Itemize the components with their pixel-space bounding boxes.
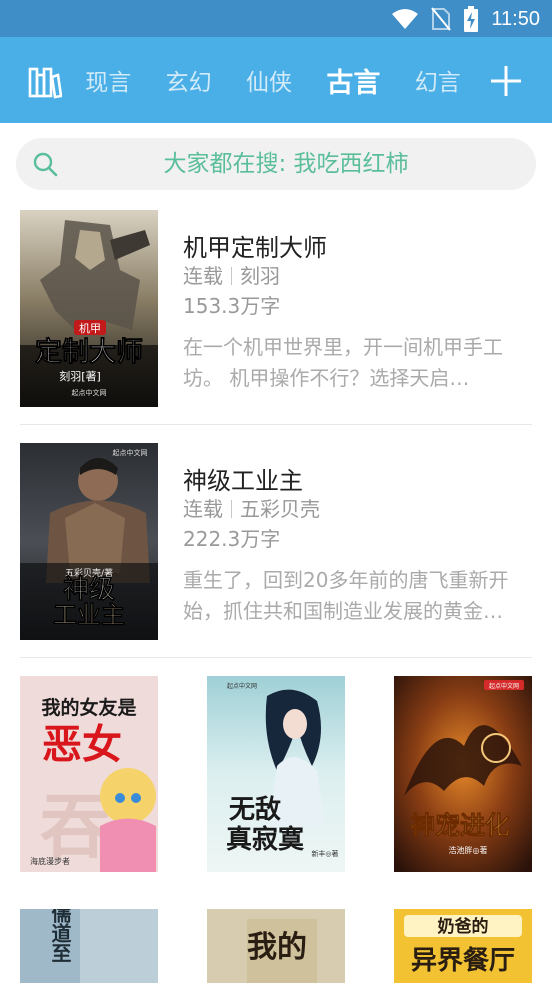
book-cover-grid-item[interactable]: 奶爸的 异界餐厅 (394, 909, 532, 983)
plus-icon[interactable] (490, 65, 522, 97)
book-status: 连载 (183, 497, 223, 521)
top-nav-bar: 现言 玄幻 仙侠 古言 幻言 (0, 37, 552, 123)
book-word-count: 222.3万字 (183, 527, 281, 551)
category-tabs: 现言 玄幻 仙侠 古言 幻言 (68, 37, 478, 123)
cover-author: 新丰◎著 (311, 849, 338, 858)
book-cover-grid-item[interactable]: 儒道至 (20, 909, 158, 983)
book-cover-grid-item[interactable]: 我的 (207, 909, 345, 983)
cover-title: 儒道至 (48, 909, 72, 963)
cover-author: 浩池胖◎著 (449, 845, 488, 855)
meta-separator (231, 267, 232, 285)
cover-title: 定制大师 (35, 336, 143, 368)
battery-charging-icon (464, 6, 479, 32)
book-author: 五彩贝壳 (240, 497, 320, 521)
book-author: 刻羽 (240, 264, 280, 288)
cover-title: 神宠进化 (410, 811, 510, 840)
no-sim-icon (431, 7, 452, 31)
search-hint: 大家都在搜: 我吃西红柿 (163, 151, 409, 177)
cover-author: 刻羽[著] (59, 369, 101, 383)
cover-author: 海底漫步者 (30, 856, 70, 866)
svg-text:吞: 吞 (40, 785, 110, 868)
tab-xuanhuan[interactable]: 玄幻 (166, 63, 212, 97)
book-item[interactable]: 五彩贝壳/著 神级 工业主 起点中文网 神级工业主 连载 五彩贝壳 222.3万字… (20, 443, 532, 641)
book-meta: 连载 五彩贝壳 (183, 493, 320, 522)
tab-xianyan[interactable]: 现言 (85, 63, 131, 97)
book-title: 机甲定制大师 (183, 234, 327, 262)
book-description: 重生了，回到20多年前的唐飞重新开始，抓住共和国制造业发展的黄金… (183, 568, 509, 623)
book-title: 神级工业主 (183, 467, 303, 495)
book-cover-grid-item[interactable]: 起点中文网 神宠进化 浩池胖◎著 (394, 676, 532, 872)
cover-publisher: 起点中文网 (113, 448, 148, 457)
divider (20, 424, 532, 425)
cover-tag: 机甲 (79, 321, 101, 335)
book-description: 在一个机甲世界里，开一间机甲手工坊。 机甲操作不行？选择天启… (183, 335, 503, 390)
book-cover-grid-item[interactable]: 起点中文网 无敌 真寂寞 新丰◎著 (207, 676, 345, 872)
cover-publisher: 起点中文网 (489, 682, 519, 690)
tab-huanyan[interactable]: 幻言 (415, 63, 461, 97)
cover-title-bottom: 异界餐厅 (411, 946, 515, 976)
cover-title-top: 无敌 (229, 795, 281, 825)
wifi-icon (392, 9, 419, 29)
book-status: 连载 (183, 264, 223, 288)
cover-publisher: 起点中文网 (227, 682, 257, 690)
book-word-count: 153.3万字 (183, 294, 281, 318)
cover-title-bottom: 真寂寞 (226, 824, 305, 855)
tab-xianxia[interactable]: 仙侠 (246, 63, 292, 97)
cover-title-top: 我的女友是 (41, 696, 136, 719)
book-cover[interactable]: 机甲 定制大师 刻羽[著] 起点中文网 (20, 210, 158, 407)
tab-guyan[interactable]: 古言 (326, 61, 380, 100)
status-bar: 11:50 (0, 0, 552, 37)
meta-separator (231, 500, 232, 518)
cover-title-top: 奶爸的 (438, 916, 489, 937)
status-time: 11:50 (491, 7, 540, 30)
search-bar[interactable]: 大家都在搜: 我吃西红柿 (16, 138, 536, 190)
bookshelf-icon[interactable] (28, 65, 62, 99)
book-meta: 连载 刻羽 (183, 260, 280, 289)
book-cover[interactable]: 五彩贝壳/著 神级 工业主 起点中文网 (20, 443, 158, 640)
cover-title-big: 恶女 (42, 721, 122, 768)
book-cover-grid-item[interactable]: 吞 我的女友是 恶女 海底漫步者 (20, 676, 158, 872)
cover-publisher: 起点中文网 (72, 388, 107, 397)
book-item[interactable]: 机甲 定制大师 刻羽[著] 起点中文网 机甲定制大师 连载 刻羽 153.3万字 … (20, 210, 532, 408)
cover-title: 我的 (247, 930, 307, 965)
cover-title-bottom: 工业主 (53, 600, 125, 629)
divider (20, 657, 532, 658)
